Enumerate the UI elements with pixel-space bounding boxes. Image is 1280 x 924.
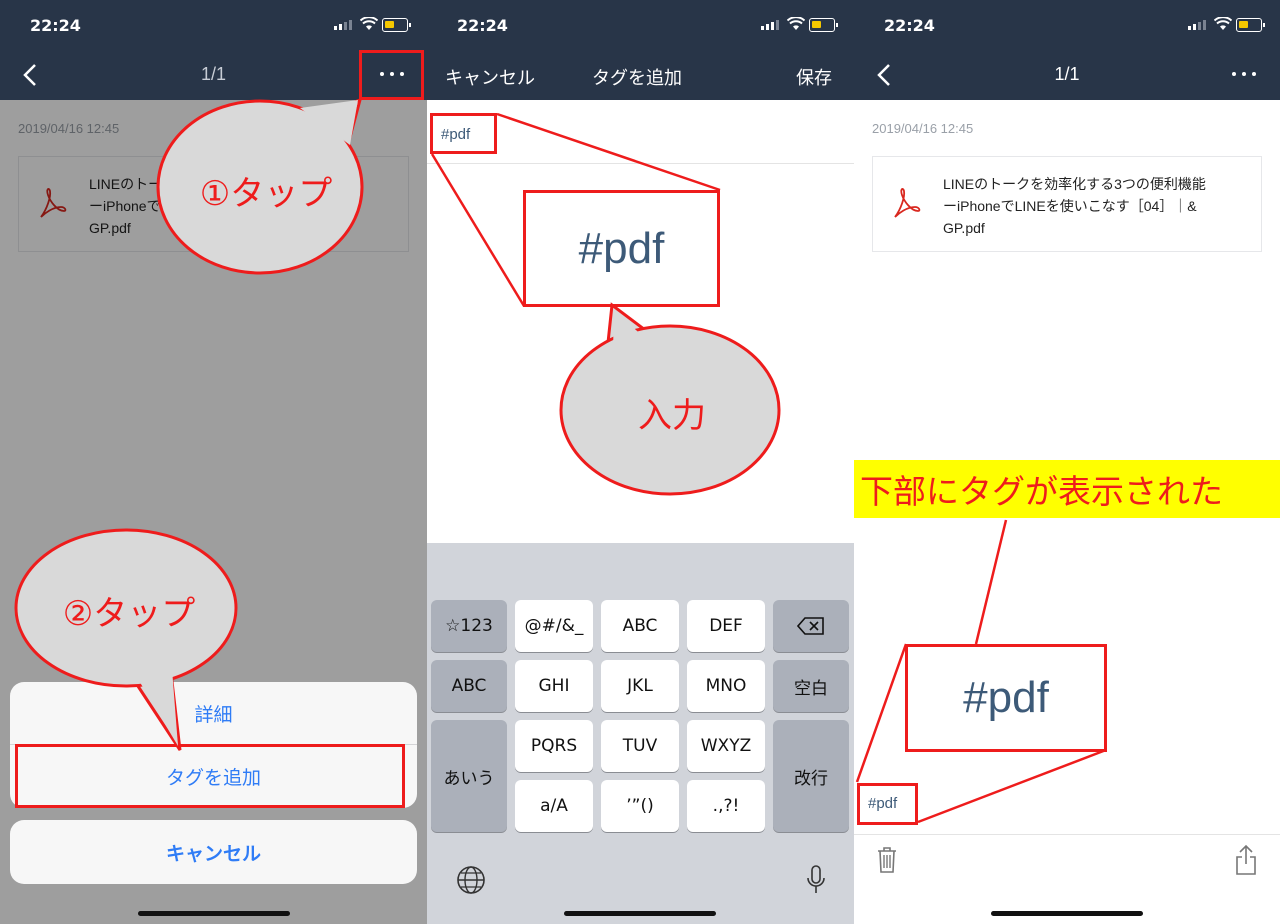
highlight-tag-label bbox=[857, 783, 918, 825]
status-bar: 22:24 bbox=[854, 0, 1280, 50]
mic-icon[interactable] bbox=[805, 864, 827, 896]
home-indicator bbox=[138, 911, 290, 916]
home-indicator bbox=[564, 911, 716, 916]
battery-icon bbox=[1236, 18, 1265, 32]
save-button[interactable]: 保存 bbox=[796, 64, 832, 90]
key-return[interactable]: 改行 bbox=[773, 720, 849, 832]
pdf-icon bbox=[894, 188, 921, 218]
cancel-button[interactable]: キャンセル bbox=[445, 64, 535, 90]
globe-icon[interactable] bbox=[455, 864, 487, 896]
file-card[interactable]: LINEのトークを効率化する3つの便利機能 ーiPhoneでLINEを使いこなす… bbox=[872, 156, 1262, 252]
signal-icon bbox=[1188, 20, 1206, 30]
keyboard: ☆123 @#/&_ ABC DEF ABC GHI JKL MNO 空白 あい… bbox=[427, 543, 854, 924]
panel-step1: 22:24 1/1 2019/04/16 12:45 LINEのトークを効率化す… bbox=[0, 0, 427, 924]
signal-icon bbox=[761, 20, 779, 30]
key-case[interactable]: a/A bbox=[515, 780, 593, 832]
annotation-tap-2: ②タップ bbox=[62, 594, 196, 634]
battery-icon bbox=[809, 18, 838, 32]
wifi-icon bbox=[360, 17, 378, 30]
sheet-cancel-button[interactable]: キャンセル bbox=[10, 820, 417, 884]
zoom-text: #pdf bbox=[963, 673, 1049, 722]
key-space[interactable]: 空白 bbox=[773, 660, 849, 712]
key-punct[interactable]: .,?! bbox=[687, 780, 765, 832]
key-symbols[interactable]: ☆123 bbox=[431, 600, 507, 652]
status-bar: 22:24 bbox=[0, 0, 427, 50]
battery-icon bbox=[382, 18, 411, 32]
nav-bar: 1/1 bbox=[854, 50, 1280, 100]
key-mno[interactable]: MNO bbox=[687, 660, 765, 712]
more-icon[interactable] bbox=[1232, 72, 1256, 76]
key-ghi[interactable]: GHI bbox=[515, 660, 593, 712]
backspace-icon bbox=[797, 617, 824, 635]
cancel-sheet: キャンセル bbox=[10, 820, 417, 884]
status-time: 22:24 bbox=[884, 16, 935, 35]
zoom-text: #pdf bbox=[578, 223, 665, 273]
nav-bar: キャンセル タグを追加 保存 bbox=[427, 50, 854, 100]
key-wxyz[interactable]: WXYZ bbox=[687, 720, 765, 772]
nav-title: タグを追加 bbox=[592, 68, 682, 89]
annotation-input: 入力 bbox=[638, 396, 706, 436]
key-abc[interactable]: ABC bbox=[601, 600, 679, 652]
annotation-tap-1: ①タップ bbox=[199, 174, 333, 214]
key-tuv[interactable]: TUV bbox=[601, 720, 679, 772]
key-jkl[interactable]: JKL bbox=[601, 660, 679, 712]
signal-icon bbox=[334, 20, 352, 30]
key-at[interactable]: @#/&_ bbox=[515, 600, 593, 652]
wifi-icon bbox=[1214, 17, 1232, 30]
status-bar: 22:24 bbox=[427, 0, 854, 50]
nav-title: 1/1 bbox=[1054, 64, 1080, 84]
trash-icon[interactable] bbox=[876, 846, 898, 874]
key-abc-mode[interactable]: ABC bbox=[431, 660, 507, 712]
file-name: LINEのトークを効率化する3つの便利機能 ーiPhoneでLINEを使いこなす… bbox=[943, 176, 1206, 236]
message-date: 2019/04/16 12:45 bbox=[872, 121, 974, 136]
status-time: 22:24 bbox=[457, 16, 508, 35]
zoom-box: #pdf bbox=[523, 190, 720, 307]
key-def[interactable]: DEF bbox=[687, 600, 765, 652]
backspace-key[interactable] bbox=[773, 600, 849, 652]
key-pqrs[interactable]: PQRS bbox=[515, 720, 593, 772]
status-time: 22:24 bbox=[30, 16, 81, 35]
wifi-icon bbox=[787, 17, 805, 30]
share-icon[interactable] bbox=[1234, 844, 1258, 876]
panel-step2: 22:24 キャンセル タグを追加 保存 #pdf #pdf 入力 ☆123 @… bbox=[427, 0, 854, 924]
home-indicator bbox=[991, 911, 1143, 916]
key-quotes[interactable]: ’”() bbox=[601, 780, 679, 832]
zoom-box: #pdf bbox=[905, 644, 1107, 752]
key-kana-mode[interactable]: あいう bbox=[431, 720, 507, 832]
annotation-tag-displayed: 下部にタグが表示された bbox=[854, 460, 1280, 518]
callout-bubble-2 bbox=[14, 528, 238, 751]
